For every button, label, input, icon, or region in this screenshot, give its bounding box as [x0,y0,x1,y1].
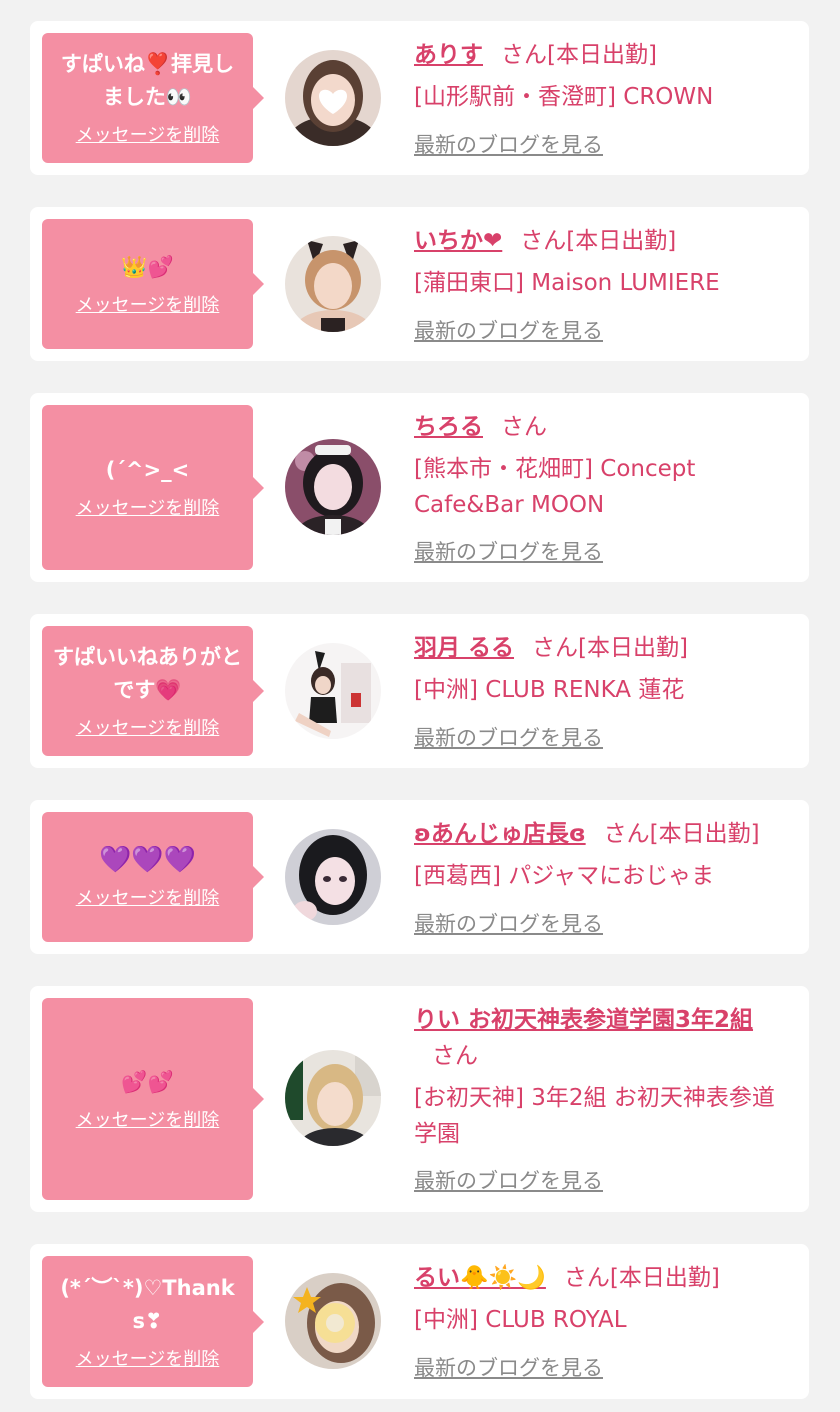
shop-name: [熊本市・花畑町] Concept Cafe&Bar MOON [414,456,696,518]
blog-link[interactable]: 最新のブログを見る [414,724,603,752]
cast-info: ちろる さん [熊本市・花畑町] Concept Cafe&Bar MOON [414,409,791,523]
shop-name: [蒲田東口] Maison LUMIERE [414,270,720,296]
message-text: すぱいいねありがとです💗 [53,645,242,702]
list-item: 👑💕 メッセージを削除 いちか❤ さん[本日出勤] [蒲田東口] Maison L… [30,207,809,361]
blog-link[interactable]: 最新のブログを見る [414,1354,603,1382]
cast-info: ʚあんじゅ店長ɞ さん[本日出勤] [西葛西] パジャマにおじゃま [414,816,791,894]
avatar[interactable] [285,829,381,925]
avatar-photo [285,1273,381,1369]
list-item: (ˊ^>_< メッセージを削除 ちろる さん [熊本市・花畑町] Concept … [30,393,809,582]
message-text: 💕💕 [121,1069,174,1094]
message-bubble: (ˊ^>_< メッセージを削除 [42,405,264,570]
cast-info: ありす さん[本日出勤] [山形駅前・香澄町] CROWN [414,37,791,115]
blog-link[interactable]: 最新のブログを見る [414,131,603,159]
message-bubble: 💜💜💜 メッセージを削除 [42,812,264,942]
honorific: さん [603,821,650,847]
status-badge: [本日出勤] [566,228,677,254]
honorific: さん [563,1265,610,1291]
list-item: (*´︶`*)♡Thanks❣ メッセージを削除 るい🐥☀️🌙 さん[本日出勤] … [30,1244,809,1399]
delete-message-link[interactable]: メッセージを削除 [76,887,220,911]
cast-name-link[interactable]: いちか❤ [414,228,502,254]
message-text: 💜💜💜 [98,844,197,875]
cast-info: 羽月 るる さん[本日出勤] [中洲] CLUB RENKA 蓮花 [414,630,791,708]
avatar[interactable] [285,439,381,535]
avatar-photo [285,439,381,535]
cast-name-link[interactable]: 羽月 るる [414,635,514,661]
avatar[interactable] [285,643,381,739]
cast-info: りい お初天神表参道学園3年2組さん [お初天神] 3年2組 お初天神表参道学園 [414,1002,791,1152]
message-text: (ˊ^>_< [105,458,190,482]
message-bubble: 💕💕 メッセージを削除 [42,998,264,1200]
cast-info: いちか❤ さん[本日出勤] [蒲田東口] Maison LUMIERE [414,223,791,301]
cast-name-link[interactable]: ちろる [414,414,483,440]
avatar[interactable] [285,1050,381,1146]
cast-name-link[interactable]: ありす [414,42,483,68]
delete-message-link[interactable]: メッセージを削除 [76,1348,220,1372]
honorific: さん [432,1043,478,1069]
list-item: すぱいいねありがとです💗 メッセージを削除 羽月 るる さん[本日出勤] [中洲]… [30,614,809,768]
list-item: 💜💜💜 メッセージを削除 ʚあんじゅ店長ɞ さん[本日出勤] [西葛西] パジャマ… [30,800,809,954]
blog-link[interactable]: 最新のブログを見る [414,910,603,938]
shop-name: [西葛西] パジャマにおじゃま [414,863,715,889]
delete-message-link[interactable]: メッセージを削除 [76,294,220,318]
message-text: 👑💕 [121,254,174,279]
message-bubble: すぱいいねありがとです💗 メッセージを削除 [42,626,264,756]
blog-link[interactable]: 最新のブログを見る [414,317,603,345]
avatar-photo [285,1050,381,1146]
avatar[interactable] [285,236,381,332]
delete-message-link[interactable]: メッセージを削除 [76,497,220,521]
shop-name: [中洲] CLUB ROYAL [414,1307,627,1333]
honorific: さん [520,228,567,254]
honorific: さん [532,635,579,661]
avatar[interactable] [285,50,381,146]
cast-name-link[interactable]: りい お初天神表参道学園3年2組 [414,1007,753,1033]
list-item: 💕💕 メッセージを削除 りい お初天神表参道学園3年2組さん [お初天神] 3年… [30,986,809,1212]
blog-link[interactable]: 最新のブログを見る [414,538,603,566]
status-badge: [本日出勤] [609,1265,720,1291]
avatar[interactable] [285,1273,381,1369]
avatar-photo [285,643,381,739]
shop-name: [山形駅前・香澄町] CROWN [414,84,714,110]
cast-name-link[interactable]: るい🐥☀️🌙 [414,1265,546,1291]
shop-name: [中洲] CLUB RENKA 蓮花 [414,677,685,703]
avatar-photo [285,829,381,925]
delete-message-link[interactable]: メッセージを削除 [76,717,220,741]
status-badge: [本日出勤] [649,821,760,847]
shop-name: [お初天神] 3年2組 お初天神表参道学園 [414,1085,775,1147]
message-bubble: (*´︶`*)♡Thanks❣ メッセージを削除 [42,1256,264,1387]
avatar-photo [285,50,381,146]
cast-name-link[interactable]: ʚあんじゅ店長ɞ [414,821,586,847]
message-text: すぱいね❣️拝見しました👀 [60,52,235,109]
message-text: (*´︶`*)♡Thanks❣ [60,1275,235,1333]
list-item: すぱいね❣️拝見しました👀 メッセージを削除 ありす さん[本日出勤] [山形駅前… [30,21,809,175]
status-badge: [本日出勤] [578,635,688,661]
delete-message-link[interactable]: メッセージを削除 [76,124,220,148]
cast-info: るい🐥☀️🌙 さん[本日出勤] [中洲] CLUB ROYAL [414,1260,791,1338]
blog-link[interactable]: 最新のブログを見る [414,1167,603,1195]
message-bubble: 👑💕 メッセージを削除 [42,219,264,349]
honorific: さん [501,414,547,440]
avatar-photo [285,236,381,332]
status-badge: [本日出勤] [547,42,657,68]
delete-message-link[interactable]: メッセージを削除 [76,1109,220,1133]
honorific: さん [501,42,547,68]
message-list: すぱいね❣️拝見しました👀 メッセージを削除 ありす さん[本日出勤] [山形駅前… [0,0,840,1412]
message-bubble: すぱいね❣️拝見しました👀 メッセージを削除 [42,33,264,163]
